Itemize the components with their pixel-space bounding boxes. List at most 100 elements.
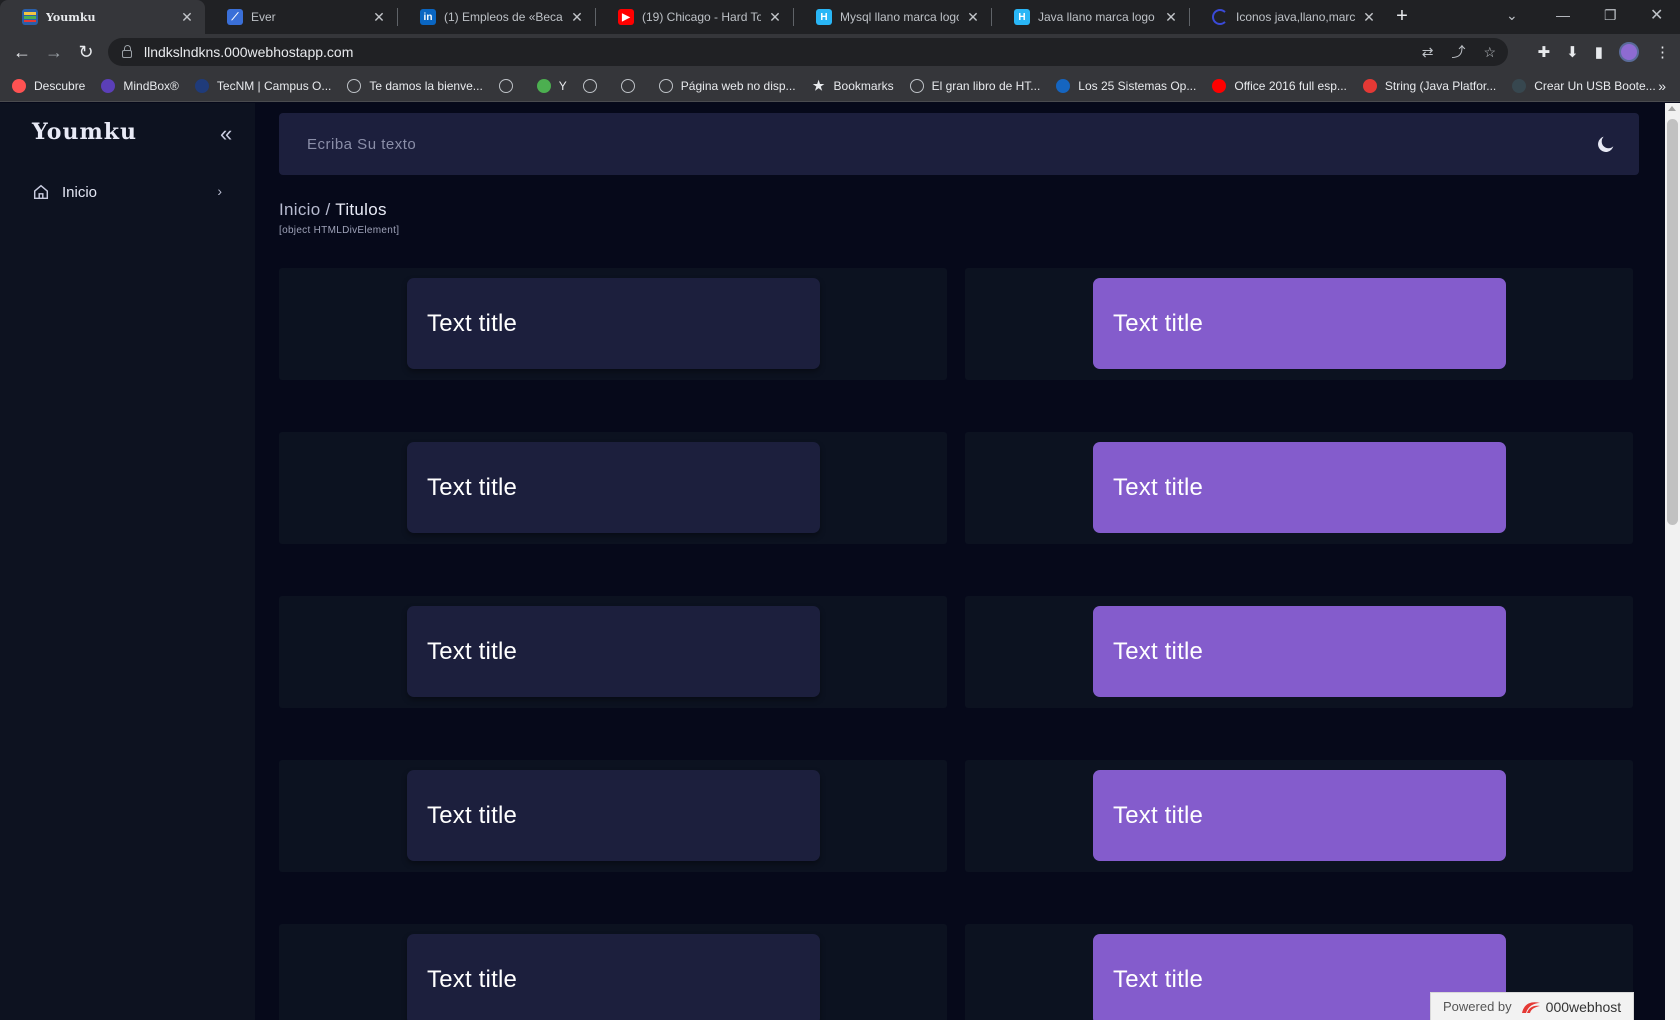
double-chevron-left-icon[interactable]: « <box>220 121 232 147</box>
sidebar: Youmku « Inicio › <box>0 103 255 1020</box>
bookmark-favicon-icon <box>101 78 116 93</box>
bookmark-label: TecNM | Campus O... <box>216 78 332 93</box>
tab-mysql-logo[interactable]: H Mysql llano marca logo - ✕ <box>794 0 991 34</box>
bookmark-item[interactable] <box>498 78 521 93</box>
bookmark-item[interactable] <box>582 78 605 93</box>
close-tab-icon[interactable]: ✕ <box>569 9 585 26</box>
address-bar[interactable]: llndkslndkns.000webhostapp.com ⇄ ⤴ ☆ <box>108 38 1508 66</box>
title-card-purple[interactable]: Text title <box>1093 442 1506 533</box>
download-icon[interactable]: ⬇ <box>1566 43 1579 61</box>
card-row: Text title Text title <box>279 596 1634 708</box>
tab-title: Iconos java,llano,marca,l <box>1236 10 1355 24</box>
extensions-icon[interactable]: ✚ <box>1538 43 1551 61</box>
bookmark-item[interactable]: Página web no disp... <box>658 78 796 93</box>
restore-button[interactable]: ❐ <box>1604 0 1617 30</box>
powered-by-badge[interactable]: Powered by 000webhost <box>1430 992 1634 1020</box>
card-title: Text title <box>427 965 518 993</box>
bookmark-item[interactable]: Te damos la bienve... <box>347 78 483 93</box>
bookmark-label: Descubre <box>34 78 86 93</box>
close-tab-icon[interactable]: ✕ <box>1163 9 1179 26</box>
globe-icon <box>498 78 513 93</box>
menu-kebab-icon[interactable]: ⋮ <box>1655 43 1670 61</box>
bookmark-item[interactable] <box>620 78 643 93</box>
breadcrumb-root[interactable]: Inicio <box>279 200 321 219</box>
scroll-up-icon[interactable] <box>1668 106 1676 111</box>
bookmark-label: Office 2016 full esp... <box>1234 78 1347 93</box>
title-card-dark[interactable]: Text title <box>407 278 820 369</box>
bookmark-star-icon[interactable]: ☆ <box>1483 44 1496 61</box>
side-panel-icon[interactable]: ▮ <box>1595 43 1603 61</box>
title-card-dark[interactable]: Text title <box>407 934 820 1020</box>
title-card-purple[interactable]: Text title <box>1093 770 1506 861</box>
card-title: Text title <box>1113 309 1204 337</box>
sidebar-item-inicio[interactable]: Inicio › <box>32 179 222 205</box>
app-logo[interactable]: Youmku <box>32 119 137 145</box>
minimize-button[interactable]: — <box>1556 0 1570 30</box>
search-input[interactable] <box>279 113 1569 175</box>
bookmark-item[interactable]: El gran libro de HT... <box>909 78 1041 93</box>
tab-java-logo[interactable]: H Java llano marca logo - Ic ✕ <box>992 0 1189 34</box>
bookmark-label: Los 25 Sistemas Op... <box>1078 78 1197 93</box>
title-card-purple[interactable]: Text title <box>1093 278 1506 369</box>
translate-icon[interactable]: ⇄ <box>1422 44 1434 61</box>
share-icon[interactable]: ⤴ <box>1451 42 1465 62</box>
bookmark-item[interactable]: String (Java Platfor... <box>1362 78 1496 93</box>
card-title: Text title <box>1113 473 1204 501</box>
bookmark-label: Te damos la bienve... <box>369 78 483 93</box>
scrollbar-thumb[interactable] <box>1667 119 1678 525</box>
breadcrumb-subtitle: [object HTMLDivElement] <box>279 225 400 236</box>
close-tab-icon[interactable]: ✕ <box>767 9 783 26</box>
bookmark-item[interactable]: Los 25 Sistemas Op... <box>1056 78 1197 93</box>
card-cell-left: Text title <box>279 268 947 380</box>
bookmark-item[interactable]: Descubre <box>12 78 86 93</box>
forward-arrow-icon[interactable]: → <box>38 42 70 63</box>
title-card-dark[interactable]: Text title <box>407 442 820 533</box>
star-icon: ★ <box>812 77 825 93</box>
tab-youmku[interactable]: Youmku ✕ <box>0 0 205 34</box>
title-card-purple[interactable]: Text title <box>1093 606 1506 697</box>
card-row: Text title Text title <box>279 432 1634 544</box>
globe-icon <box>347 78 362 93</box>
reload-icon[interactable]: ↻ <box>70 42 102 63</box>
card-title: Text title <box>427 473 518 501</box>
bookmark-label: El gran libro de HT... <box>931 78 1041 93</box>
iconfinder-icon: H <box>1014 9 1030 25</box>
title-card-dark[interactable]: Text title <box>407 770 820 861</box>
new-tab-button[interactable]: + <box>1387 0 1417 34</box>
card-title: Text title <box>427 801 518 829</box>
bookmark-favicon-icon <box>1512 78 1527 93</box>
youtube-icon: ▶ <box>618 9 634 25</box>
title-card-dark[interactable]: Text title <box>407 606 820 697</box>
tab-youtube[interactable]: ▶ (19) Chicago - Hard To Sa ✕ <box>596 0 793 34</box>
toolbar: ← → ↻ llndkslndkns.000webhostapp.com ⇄ ⤴… <box>0 34 1680 70</box>
close-window-button[interactable]: ✕ <box>1650 0 1663 30</box>
bookmark-item[interactable]: ★ Bookmarks <box>812 77 894 93</box>
bookmark-item[interactable]: Crear Un USB Boote... <box>1512 78 1656 93</box>
moon-icon[interactable] <box>1595 133 1617 155</box>
bookmark-item[interactable]: TecNM | Campus O... <box>194 78 332 93</box>
bookmark-label: Página web no disp... <box>680 78 796 93</box>
scrollbar[interactable] <box>1665 103 1680 1020</box>
tab-linkedin[interactable]: in (1) Empleos de «Becario» ✕ <box>398 0 595 34</box>
lock-icon[interactable] <box>122 45 132 58</box>
card-title: Text title <box>1113 801 1204 829</box>
url-text[interactable]: llndkslndkns.000webhostapp.com <box>144 44 353 60</box>
tab-title: Mysql llano marca logo - <box>840 10 959 24</box>
bookmark-item[interactable]: Office 2016 full esp... <box>1212 78 1347 93</box>
close-tab-icon[interactable]: ✕ <box>965 9 981 26</box>
back-arrow-icon[interactable]: ← <box>6 42 38 63</box>
profile-avatar[interactable] <box>1619 42 1639 62</box>
bookmark-favicon-icon <box>1212 78 1227 93</box>
bookmark-label: MindBox® <box>123 78 179 93</box>
globe-icon <box>620 78 635 93</box>
close-tab-icon[interactable]: ✕ <box>371 9 387 26</box>
bookmarks-overflow-button[interactable]: » <box>1658 78 1666 94</box>
bookmark-item[interactable]: MindBox® <box>101 78 179 93</box>
bookmark-label: Bookmarks <box>833 78 894 93</box>
close-tab-icon[interactable]: ✕ <box>1361 9 1377 26</box>
tab-ever[interactable]: ⟋ Ever ✕ <box>205 0 397 34</box>
tab-iconos-java[interactable]: Iconos java,llano,marca,l ✕ <box>1190 0 1387 34</box>
close-tab-icon[interactable]: ✕ <box>179 9 195 26</box>
bookmark-item[interactable]: Y <box>536 78 567 93</box>
tab-search-button[interactable]: ⌄ <box>1506 0 1518 30</box>
